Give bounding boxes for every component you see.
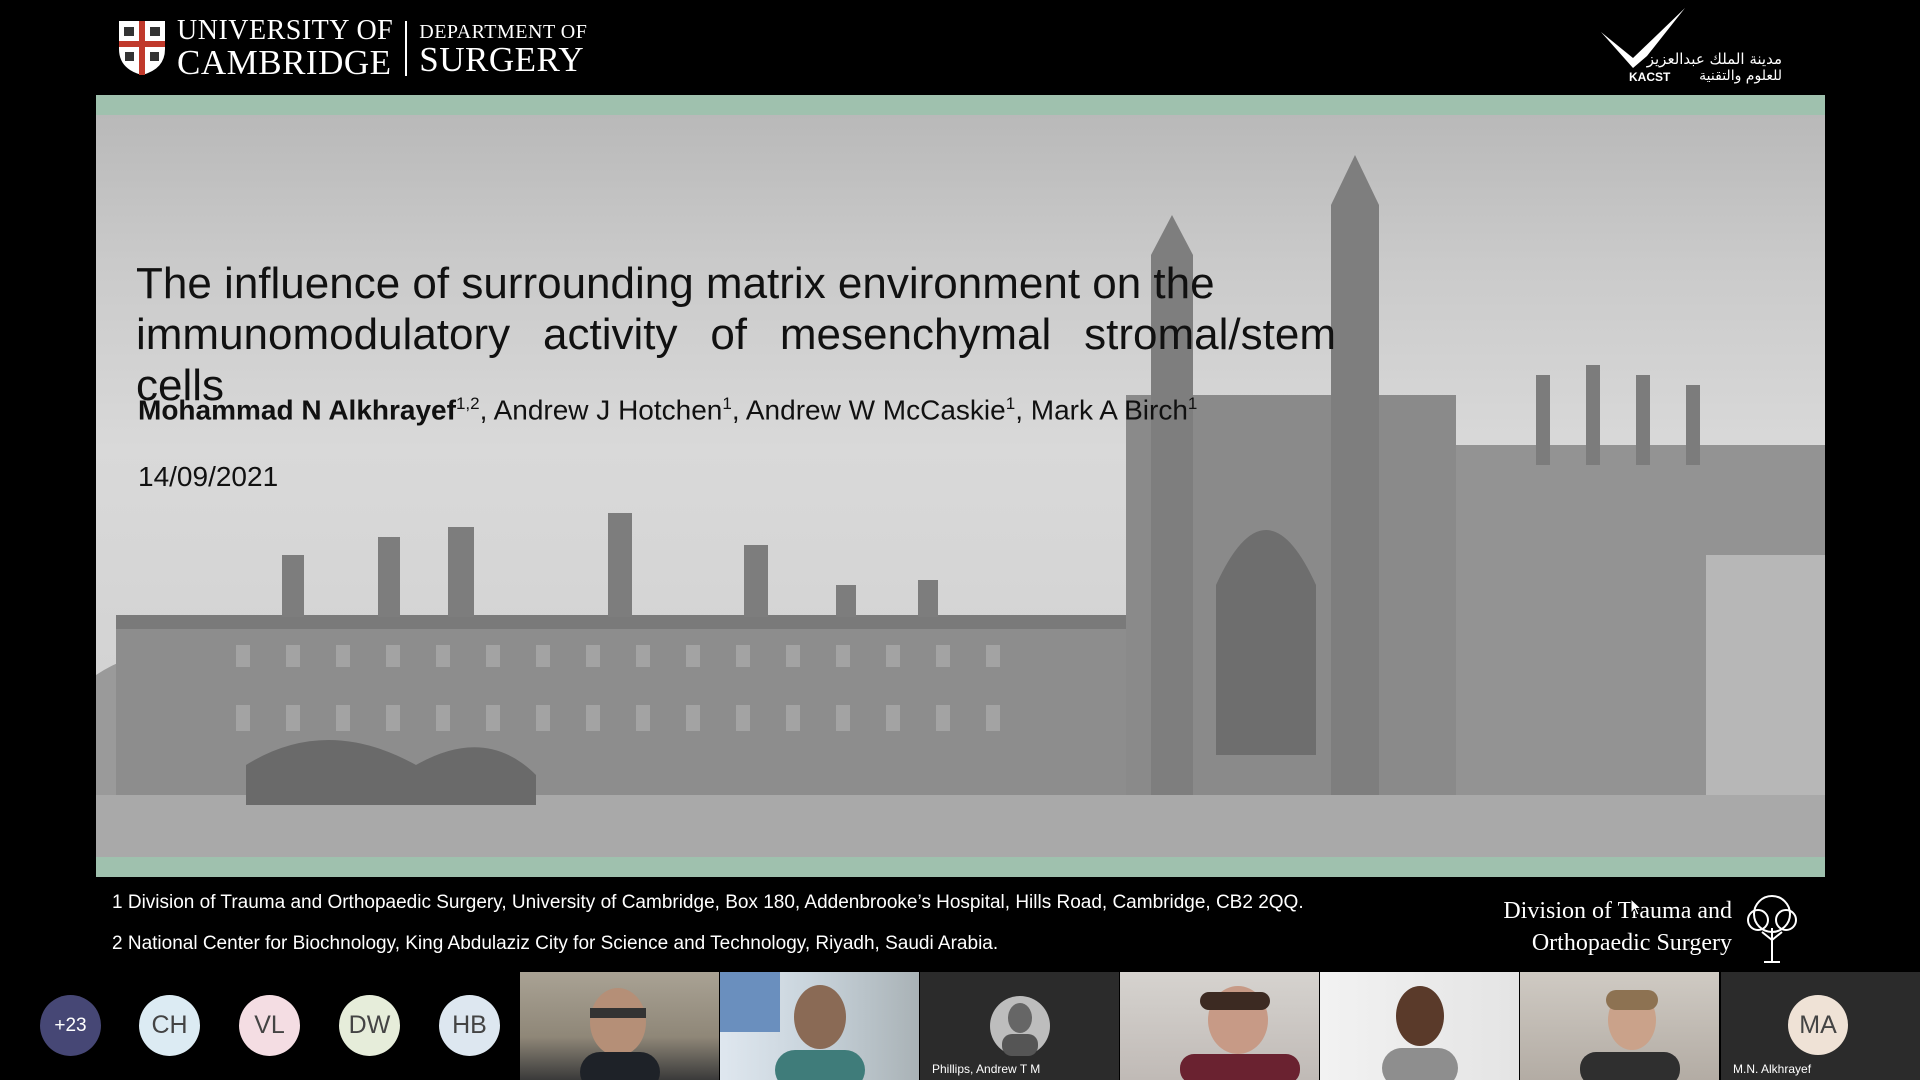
author-sep: , xyxy=(1015,394,1031,426)
university-line1: UNIVERSITY OF xyxy=(177,14,394,46)
university-wordmark: UNIVERSITY OF CAMBRIDGE DEPARTMENT OF SU… xyxy=(177,14,588,82)
tree-icon xyxy=(1747,895,1797,963)
avatar-initials: HB xyxy=(452,1011,487,1039)
division-line1: Division of Trauma and xyxy=(1503,898,1732,924)
participant-video-tile-1[interactable] xyxy=(520,972,719,1080)
author-sup-1: 1,2 xyxy=(455,394,480,413)
participant-video-tile-2[interactable] xyxy=(720,972,919,1080)
college-silhouette xyxy=(96,155,1825,857)
avatar-initials: CH xyxy=(151,1011,188,1039)
top-accent-band xyxy=(96,95,1825,115)
author-sep: , xyxy=(479,394,494,426)
participant-avatar-dw[interactable]: DW xyxy=(339,995,400,1056)
author-sup-3: 1 xyxy=(1005,394,1016,413)
kacst-arabic-line2: للعلوم والتقنية xyxy=(1699,68,1782,84)
participant-avatar-vl[interactable]: VL xyxy=(239,995,300,1056)
division-line2: Orthopaedic Surgery xyxy=(1531,930,1732,956)
person-silhouette xyxy=(1382,986,1458,1080)
logo-divider xyxy=(405,20,408,76)
affiliation-2: 2 National Center for Biochnology, King … xyxy=(112,933,999,954)
avatar-initials: DW xyxy=(348,1011,391,1039)
university-line2: CAMBRIDGE xyxy=(177,42,392,82)
participant-name: M.N. Alkhrayef xyxy=(1733,1062,1812,1076)
bottom-accent-band xyxy=(96,857,1825,877)
affiliation-1: 1 Division of Trauma and Orthopaedic Sur… xyxy=(112,892,1304,913)
kacst-latin: KACST xyxy=(1629,70,1671,84)
participant-avatar-ma: MA xyxy=(1788,995,1848,1055)
participant-avatar-ch[interactable]: CH xyxy=(139,995,200,1056)
person-silhouette xyxy=(580,988,660,1080)
presentation-date: 14/09/2021 xyxy=(138,461,279,492)
author-name-2: Andrew J Hotchen xyxy=(493,394,723,426)
slide-title: The influence of surrounding matrix envi… xyxy=(136,258,1336,411)
avatar-initials: VL xyxy=(254,1011,285,1039)
author-name-1: Mohammad N Alkhrayef xyxy=(138,394,456,426)
avatar-initials: MA xyxy=(1799,1010,1837,1039)
person-silhouette xyxy=(1180,986,1300,1080)
mouse-cursor-icon xyxy=(1630,898,1642,916)
participant-name: Phillips, Andrew T M xyxy=(932,1062,1041,1076)
kacst-logo: مدينة الملك عبدالعزيز للعلوم والتقنية KA… xyxy=(1595,6,1790,88)
participant-avatar-hb[interactable]: HB xyxy=(439,995,500,1056)
author-list: Mohammad N Alkhrayef1,2, Andrew J Hotche… xyxy=(138,394,1197,426)
participant-video-tile-4[interactable] xyxy=(1120,972,1319,1080)
participant-video-tile-3[interactable]: Phillips, Andrew T M xyxy=(920,972,1119,1080)
participants-overflow-button[interactable]: +23 xyxy=(40,995,101,1056)
department-line2: SURGERY xyxy=(419,39,585,79)
division-logo-text: Division of Trauma and Orthopaedic Surge… xyxy=(1472,895,1732,959)
author-sup-2: 1 xyxy=(722,394,732,413)
author-name-4: Mark A Birch xyxy=(1030,394,1188,426)
participant-video-tile-5[interactable] xyxy=(1320,972,1519,1080)
participant-video-tile-6[interactable] xyxy=(1520,972,1719,1080)
university-logo: UNIVERSITY OF CAMBRIDGE DEPARTMENT OF SU… xyxy=(117,14,588,82)
department-line1: DEPARTMENT OF xyxy=(419,20,588,43)
overflow-count: +23 xyxy=(54,1014,87,1036)
kacst-arabic-line1: مدينة الملك عبدالعزيز xyxy=(1646,50,1782,68)
cambridge-crest-icon xyxy=(119,21,165,75)
person-silhouette xyxy=(720,972,865,1080)
participant-tile-ma[interactable]: MA M.N. Alkhrayef xyxy=(1721,972,1920,1080)
author-sep: , xyxy=(731,394,746,426)
author-sup-4: 1 xyxy=(1187,394,1198,413)
person-silhouette xyxy=(1580,990,1680,1080)
author-name-3: Andrew W McCaskie xyxy=(745,394,1006,426)
college-photo xyxy=(96,115,1825,857)
title-line1: The influence of surrounding matrix envi… xyxy=(136,259,1215,308)
